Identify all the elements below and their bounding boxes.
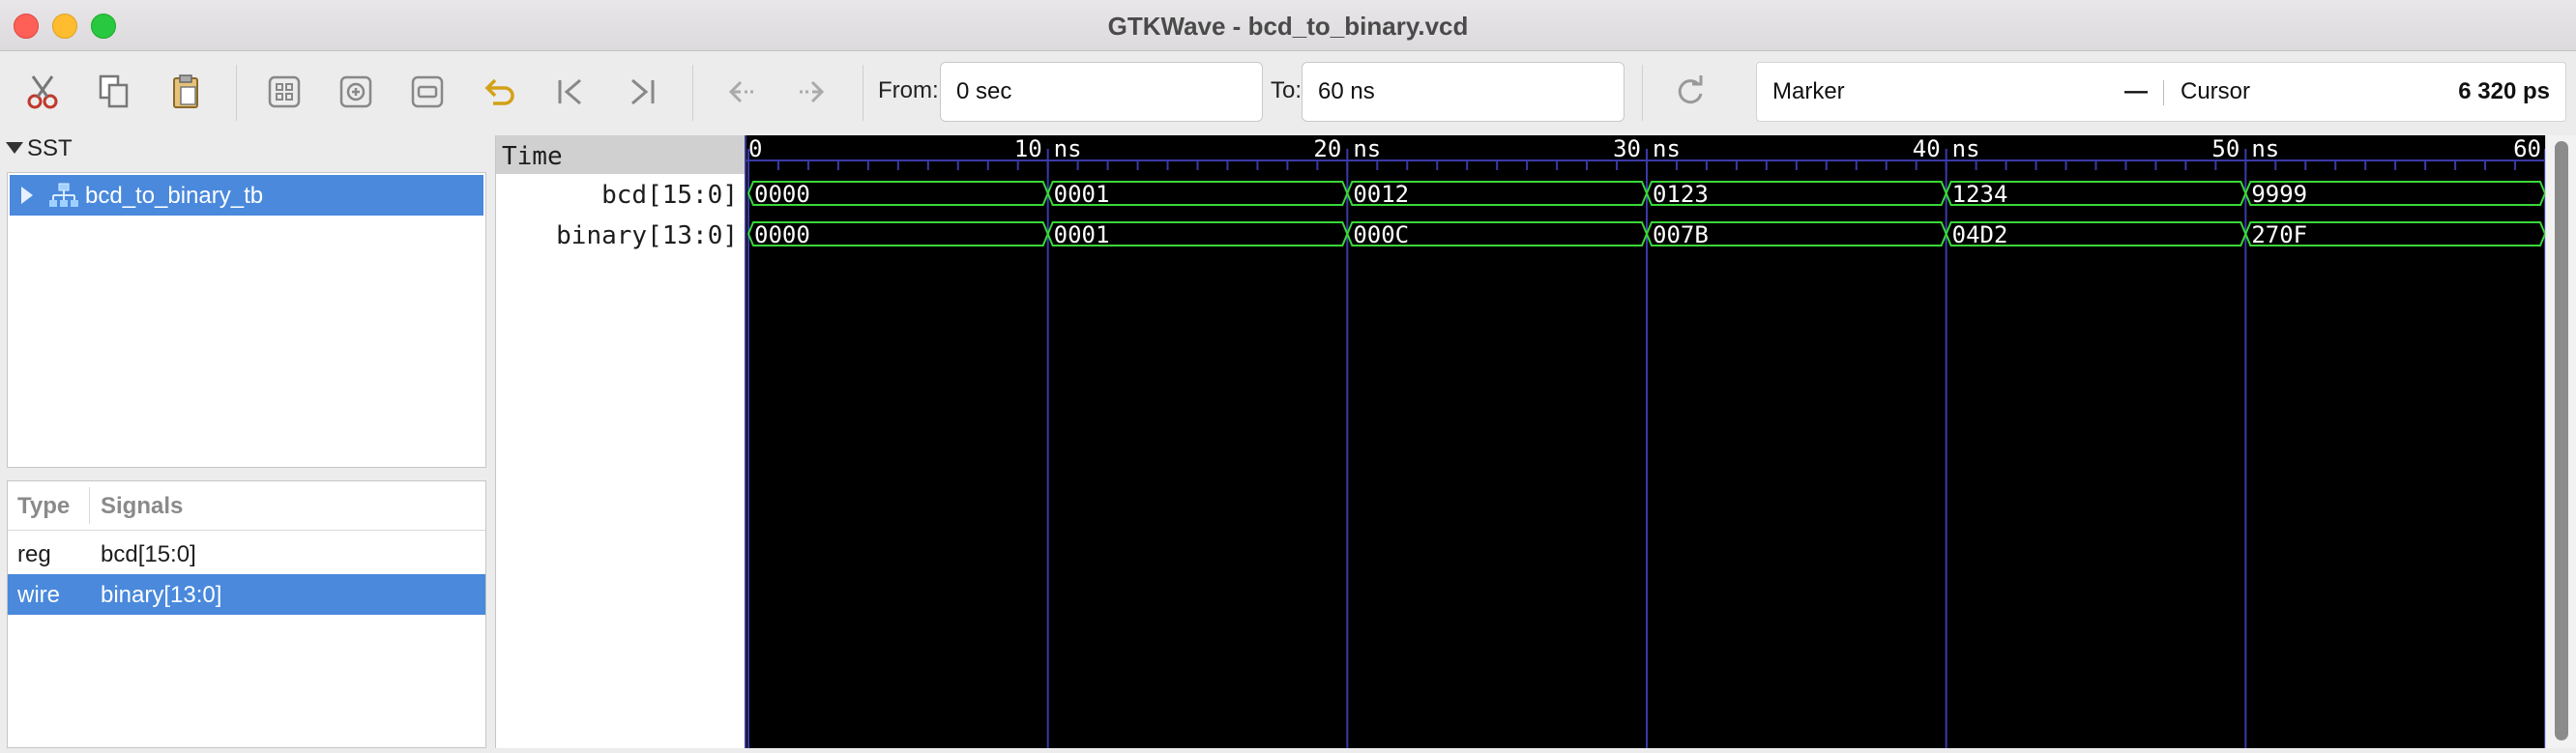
bus-value-label: 1234 <box>1952 181 2008 208</box>
bus-value-label: 0000 <box>754 181 810 208</box>
copy-icon[interactable] <box>93 71 135 113</box>
tick-unit-label: ns <box>1054 135 1082 162</box>
cursor-label: Cursor <box>2181 78 2251 104</box>
tick-label: 40 <box>1913 135 1941 162</box>
tick-label: 10 <box>1014 135 1042 162</box>
tick-unit-label: ns <box>2251 135 2279 162</box>
disclosure-triangle-icon[interactable] <box>21 187 33 204</box>
time-header: Time <box>496 135 746 174</box>
waveform-canvas[interactable]: 0 10 ns 20 ns 30 ns 40 ns 50 ns 60 0000 0001 0012 0123 1… <box>746 135 2547 748</box>
signals-column-header[interactable]: Signals <box>101 493 183 520</box>
cut-icon[interactable] <box>21 71 64 113</box>
bus-value-label: 0000 <box>754 221 810 248</box>
signal-row[interactable]: wire binary[13:0] <box>8 574 485 615</box>
sst-header-label: SST <box>27 135 73 161</box>
bus-value-label: 007B <box>1653 221 1709 248</box>
signal-list: Type Signals reg bcd[15:0] wire binary[1… <box>7 480 486 748</box>
bus-value-label: 0123 <box>1653 181 1709 208</box>
zoom-in-icon[interactable] <box>335 71 377 113</box>
tick-label: 30 <box>1613 135 1641 162</box>
from-label: From: <box>878 77 939 103</box>
tick-unit-label: ns <box>1653 135 1681 162</box>
expand-triangle-icon <box>6 142 23 154</box>
tree-item-bcd-to-binary-tb[interactable]: bcd_to_binary_tb <box>10 175 483 216</box>
tick-unit-label: ns <box>1353 135 1381 162</box>
zoom-fit-icon[interactable] <box>263 71 306 113</box>
sst-header[interactable]: SST <box>6 135 73 162</box>
bus-value-label: 9999 <box>2251 181 2307 208</box>
wave-signal-name[interactable]: binary[13:0] <box>496 216 746 256</box>
marker-value: — <box>2124 78 2148 104</box>
marker-divider <box>2163 80 2164 105</box>
signal-row[interactable]: reg bcd[15:0] <box>8 534 485 574</box>
reload-icon[interactable] <box>1669 71 1712 113</box>
undo-zoom-icon[interactable] <box>478 71 520 113</box>
window-title: GTKWave - bcd_to_binary.vcd <box>1107 12 1469 41</box>
title-bar: GTKWave - bcd_to_binary.vcd <box>0 0 2576 51</box>
cursor-value: 6 320 ps <box>2458 78 2550 104</box>
bus-value-label: 270F <box>2251 221 2307 248</box>
module-hierarchy-icon <box>48 182 79 216</box>
toolbar-separator <box>863 65 864 121</box>
wave-signal-name[interactable]: bcd[15:0] <box>496 175 746 216</box>
to-time-input[interactable]: 60 ns <box>1302 62 1625 122</box>
signal-type: wire <box>17 582 61 608</box>
marker-cursor-display: Marker — Cursor 6 320 ps <box>1756 62 2566 122</box>
tick-label: 0 <box>748 135 762 162</box>
bus-value-label: 0012 <box>1353 181 1409 208</box>
tick-label: 50 <box>2211 135 2239 162</box>
to-label: To: <box>1271 77 1303 103</box>
bus-value-label: 04D2 <box>1952 221 2008 248</box>
waveform-area[interactable]: 0 10 ns 20 ns 30 ns 40 ns 50 ns 60 0000 0001 0012 0123 1… <box>745 135 2547 748</box>
bus-value-label: 0001 <box>1054 221 1110 248</box>
marker-label: Marker <box>1772 78 1845 104</box>
toolbar-separator <box>692 65 693 121</box>
zoom-out-icon[interactable] <box>406 71 449 113</box>
toolbar: From: 0 sec To: 60 ns Marker — Cursor 6 … <box>0 51 2576 132</box>
signal-names-pane: Time bcd[15:0] binary[13:0] <box>495 135 746 748</box>
toolbar-separator <box>236 65 237 121</box>
signal-name: bcd[15:0] <box>101 541 196 567</box>
jump-end-icon[interactable] <box>621 71 663 113</box>
toolbar-separator <box>1642 65 1643 121</box>
paste-icon[interactable] <box>164 71 207 113</box>
tick-label: 20 <box>1313 135 1341 162</box>
prev-edge-icon[interactable] <box>719 71 762 113</box>
vertical-scrollbar[interactable] <box>2545 135 2576 748</box>
signal-type: reg <box>17 541 51 567</box>
column-divider <box>89 487 90 524</box>
from-time-input[interactable]: 0 sec <box>940 62 1263 122</box>
bus-value-label: 000C <box>1353 221 1409 248</box>
scrollbar-thumb[interactable] <box>2555 141 2568 740</box>
bus-value-label: 0001 <box>1054 181 1110 208</box>
sst-tree: bcd_to_binary_tb <box>7 172 486 468</box>
tree-item-label: bcd_to_binary_tb <box>85 183 264 209</box>
type-column-header[interactable]: Type <box>17 493 70 520</box>
signal-list-header: Type Signals <box>8 481 485 531</box>
tick-unit-label: ns <box>1952 135 1980 162</box>
next-edge-icon[interactable] <box>791 71 834 113</box>
tick-label: 60 <box>2513 135 2541 162</box>
jump-start-icon[interactable] <box>549 71 592 113</box>
signal-name: binary[13:0] <box>101 582 222 608</box>
